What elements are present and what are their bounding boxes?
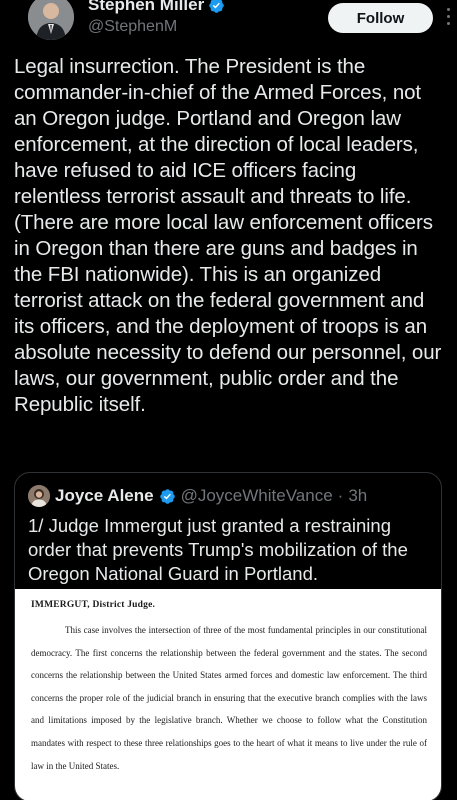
author-avatar[interactable] <box>28 0 74 40</box>
author-avatar-image <box>28 0 74 40</box>
post-text: Legal insurrection. The President is the… <box>14 55 442 416</box>
author-display-name[interactable]: Stephen Miller <box>88 0 204 16</box>
post-header: Stephen Miller @StephenM Follow <box>14 0 450 54</box>
author-names: Stephen Miller @StephenM <box>88 0 225 37</box>
quoted-author-avatar[interactable] <box>28 485 50 507</box>
quoted-post-header: Joyce Alene @JoyceWhiteVance · 3h <box>28 485 367 507</box>
quoted-timestamp[interactable]: 3h <box>348 486 367 506</box>
post: Stephen Miller @StephenM Follow Legal in… <box>0 0 457 800</box>
quoted-document-image[interactable]: IMMERGUT, District Judge. This case invo… <box>15 589 441 800</box>
quoted-author-avatar-image <box>28 485 50 507</box>
document-paragraph: This case involves the intersection of t… <box>31 625 427 771</box>
verified-badge-icon[interactable] <box>208 0 225 14</box>
quoted-post-text: 1/ Judge Immergut just granted a restrai… <box>28 515 408 584</box>
author-name-row[interactable]: Stephen Miller <box>88 0 225 16</box>
quoted-verified-badge-icon[interactable] <box>159 488 176 505</box>
quoted-separator: · <box>337 486 344 505</box>
quoted-author-handle[interactable]: @JoyceWhiteVance <box>181 486 333 506</box>
author-handle[interactable]: @StephenM <box>88 17 225 37</box>
quoted-post[interactable]: Joyce Alene @JoyceWhiteVance · 3h 1/ Jud… <box>14 472 442 800</box>
follow-button[interactable]: Follow <box>328 3 433 33</box>
more-options-icon[interactable] <box>445 8 451 28</box>
quoted-author-display-name[interactable]: Joyce Alene <box>55 486 154 506</box>
document-heading: IMMERGUT, District Judge. <box>31 600 156 610</box>
